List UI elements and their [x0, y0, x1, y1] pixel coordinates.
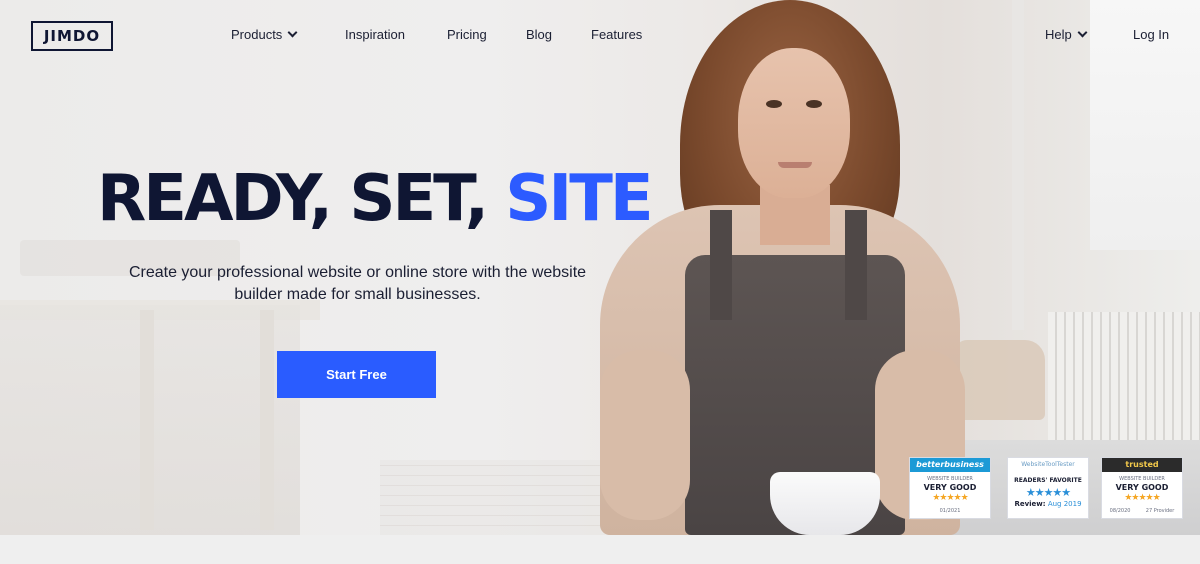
- headline-separator: ,: [308, 162, 333, 236]
- nav-item-help[interactable]: Help: [1045, 27, 1088, 42]
- apron-strap: [845, 210, 867, 320]
- hero-photo-person: [590, 0, 980, 535]
- apron-strap: [710, 210, 732, 320]
- section-divider: [0, 535, 1200, 564]
- nav-item-products[interactable]: Products: [231, 27, 298, 42]
- badge-rating: VERY GOOD: [923, 483, 977, 492]
- background-table-leg: [260, 310, 274, 530]
- nav-item-features[interactable]: Features: [591, 27, 642, 42]
- person-arm: [600, 350, 690, 520]
- headline-word-2: SET: [349, 162, 467, 236]
- login-label: Log In: [1133, 27, 1170, 42]
- badge-rating: VERY GOOD: [1115, 483, 1169, 492]
- hero-section: JIMDO Products Inspiration Pricing Blog …: [0, 0, 1200, 535]
- nav-item-pricing[interactable]: Pricing: [447, 27, 487, 42]
- nav-item-label: Help: [1045, 27, 1072, 42]
- badge-category: READERS' FAVORITE: [1014, 477, 1082, 484]
- hero-subtitle: Create your professional website or onli…: [128, 264, 587, 303]
- start-free-button[interactable]: Start Free: [277, 351, 436, 398]
- nav-item-label: Products: [231, 27, 283, 42]
- person-eye: [806, 100, 822, 108]
- nav-item-label: Inspiration: [345, 27, 405, 42]
- badge-brand: betterbusiness: [910, 458, 990, 472]
- badge-provider: 27 Provider: [1145, 508, 1175, 514]
- badge-category: WEBSITE BUILDER: [1119, 476, 1165, 482]
- person-eye: [766, 100, 782, 108]
- nav-item-label: Features: [591, 27, 643, 42]
- badge-category: WEBSITE BUILDER: [927, 476, 973, 482]
- person-mouth: [778, 162, 812, 168]
- chevron-down-icon: [1077, 27, 1088, 38]
- nav-item-label: Pricing: [447, 27, 487, 42]
- login-link[interactable]: Log In: [1133, 27, 1169, 42]
- person-face: [738, 48, 850, 198]
- ceramic-bowl: [770, 472, 880, 535]
- background-pipe: [1012, 0, 1024, 330]
- background-table-leg: [140, 310, 154, 530]
- badge-website-tool-tester[interactable]: WebsiteToolTester READERS' FAVORITE ★★★★…: [1007, 457, 1089, 519]
- badge-better-business[interactable]: betterbusiness WEBSITE BUILDER VERY GOOD…: [909, 457, 991, 519]
- headline-word-1: READY: [97, 162, 312, 236]
- badge-review-date: Aug 2019: [1047, 500, 1082, 508]
- badge-trusted[interactable]: trusted WEBSITE BUILDER VERY GOOD ★★★★★ …: [1101, 457, 1183, 519]
- nav-item-blog[interactable]: Blog: [526, 27, 552, 42]
- badge-date: 08/2020: [1109, 508, 1131, 514]
- headline-separator: ,: [464, 162, 489, 236]
- nav-item-label: Blog: [526, 27, 553, 42]
- chevron-down-icon: [287, 27, 298, 38]
- badge-brand: trusted: [1102, 458, 1182, 472]
- badge-footer: 08/2020 27 Provider: [1102, 507, 1182, 515]
- nav-item-inspiration[interactable]: Inspiration: [345, 27, 405, 42]
- star-icon: ★★★★★: [932, 493, 968, 503]
- star-icon: ★★★★★: [1124, 493, 1160, 503]
- jimdo-logo[interactable]: JIMDO: [31, 21, 113, 51]
- badge-date: 01/2021: [939, 508, 961, 514]
- badge-review: Review: Aug 2019: [1008, 500, 1088, 509]
- star-icon: ★★★★★: [1025, 486, 1071, 499]
- hero-headline: READY, SET, SITE: [97, 161, 654, 237]
- badge-review-label: Review:: [1014, 500, 1046, 508]
- badge-brand: WebsiteToolTester: [1008, 458, 1088, 472]
- headline-word-3: SITE: [505, 162, 653, 236]
